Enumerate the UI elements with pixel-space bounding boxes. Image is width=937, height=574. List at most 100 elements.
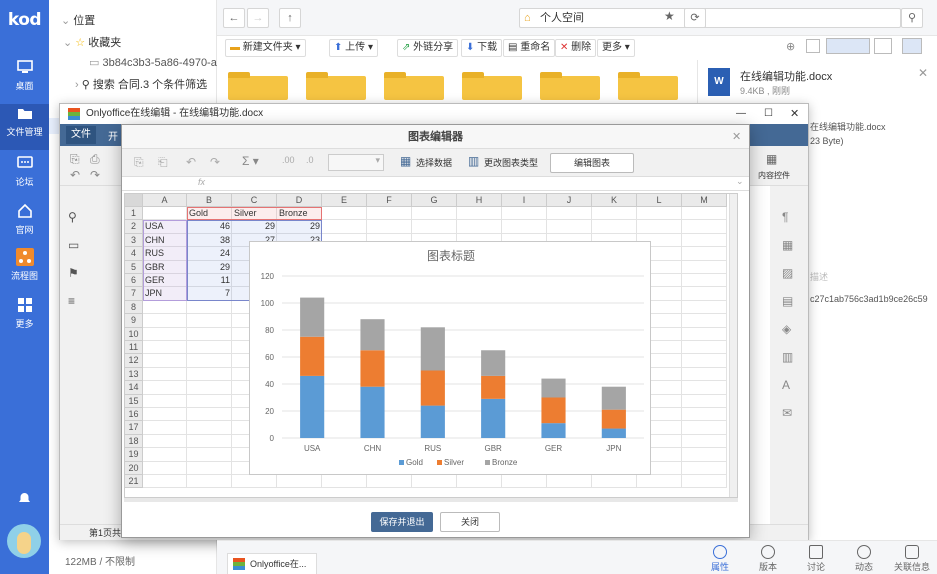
grid-cell[interactable] bbox=[682, 341, 727, 355]
grid-cell[interactable] bbox=[187, 341, 232, 355]
folder-thumb[interactable] bbox=[228, 72, 288, 100]
paragraph-icon[interactable]: ¶ bbox=[782, 210, 788, 224]
grid-cell[interactable] bbox=[682, 461, 727, 475]
redo-icon[interactable]: ↷ bbox=[90, 168, 100, 182]
grid-cell[interactable] bbox=[682, 300, 727, 315]
back-button[interactable]: ← bbox=[223, 8, 245, 28]
spreadsheet-grid[interactable]: A B C D E F G H I J K L M 1 2 3 4 5 6 7 8 9 10 11 12 13 14 15 16 17 18… bbox=[124, 193, 738, 498]
change-chart-type-button[interactable]: 更改图表类型 bbox=[484, 156, 538, 169]
rail-item-flow[interactable]: 流程图 bbox=[0, 248, 49, 294]
grid-cell[interactable] bbox=[322, 475, 367, 489]
column-header[interactable]: E bbox=[322, 194, 367, 207]
column-header[interactable]: F bbox=[367, 194, 412, 207]
cell-value[interactable]: GER bbox=[145, 274, 185, 287]
grid-cell[interactable] bbox=[143, 394, 187, 408]
cell-value[interactable]: CHN bbox=[145, 234, 185, 247]
grid-cell[interactable] bbox=[367, 220, 412, 234]
forward-button[interactable]: → bbox=[247, 8, 269, 28]
grid-cell[interactable] bbox=[547, 220, 592, 234]
layout-icon[interactable] bbox=[874, 38, 892, 54]
grid-cell[interactable] bbox=[682, 448, 727, 462]
close-icon[interactable]: ✕ bbox=[732, 125, 741, 149]
row-header[interactable]: 1 bbox=[125, 207, 143, 221]
row-header[interactable]: 3 bbox=[125, 233, 143, 248]
cell-value[interactable]: 7 bbox=[189, 287, 230, 300]
column-header[interactable]: D bbox=[277, 194, 322, 207]
grid-cell[interactable] bbox=[682, 287, 727, 301]
image-icon[interactable]: ▨ bbox=[782, 266, 793, 280]
grid-cell[interactable] bbox=[457, 475, 502, 489]
refresh-button[interactable]: ⟳ bbox=[684, 8, 706, 28]
grid-cell[interactable] bbox=[187, 408, 232, 422]
start-tab[interactable]: 开 bbox=[108, 128, 118, 143]
more-button[interactable]: 更多 ▾ bbox=[597, 39, 635, 57]
grid-cell[interactable] bbox=[547, 475, 592, 489]
row-header[interactable]: 11 bbox=[125, 341, 143, 355]
row-header[interactable]: 18 bbox=[125, 434, 143, 449]
paste-icon[interactable]: ⎗ bbox=[158, 155, 168, 170]
grid-cell[interactable] bbox=[682, 247, 727, 261]
row-header[interactable]: 6 bbox=[125, 274, 143, 288]
row-header[interactable]: 17 bbox=[125, 421, 143, 435]
rail-item-files[interactable]: 文件管理 bbox=[0, 104, 49, 150]
grid-cell[interactable] bbox=[682, 381, 727, 395]
discuss-tab[interactable]: 讨论 bbox=[793, 543, 839, 574]
grid-cell[interactable] bbox=[322, 207, 367, 221]
minimize-icon[interactable]: — bbox=[736, 104, 746, 124]
column-header[interactable]: M bbox=[682, 194, 727, 207]
column-header[interactable]: I bbox=[502, 194, 547, 207]
grid-cell[interactable] bbox=[367, 475, 412, 489]
grid-cell[interactable] bbox=[143, 381, 187, 395]
chart-type-icon[interactable]: ▥ bbox=[468, 154, 479, 168]
folder-thumb[interactable] bbox=[462, 72, 522, 100]
grid-cell[interactable] bbox=[682, 327, 727, 341]
grid-cell[interactable] bbox=[457, 207, 502, 221]
row-header[interactable]: 2 bbox=[125, 220, 143, 234]
select-data-button[interactable]: 选择数据 bbox=[416, 156, 452, 169]
maximize-icon[interactable]: ☐ bbox=[764, 104, 773, 124]
row-header[interactable]: 7 bbox=[125, 287, 143, 301]
grid-cell[interactable] bbox=[412, 220, 457, 234]
column-header[interactable]: J bbox=[547, 194, 592, 207]
download-button[interactable]: ⬇ 下载 bbox=[461, 39, 503, 57]
grid-cell[interactable] bbox=[637, 475, 682, 489]
grid-cell[interactable] bbox=[143, 461, 187, 475]
grid-cell[interactable] bbox=[502, 475, 547, 489]
select-data-icon[interactable]: ▦ bbox=[400, 154, 411, 168]
grid-cell[interactable] bbox=[682, 220, 727, 234]
grid-cell[interactable] bbox=[682, 367, 727, 382]
delete-button[interactable]: ✕ 删除 bbox=[555, 39, 597, 57]
grid-cell[interactable] bbox=[143, 354, 187, 368]
grid-cell[interactable] bbox=[143, 475, 187, 489]
sum-icon[interactable]: Σ ▾ bbox=[242, 154, 259, 168]
column-header[interactable]: G bbox=[412, 194, 457, 207]
mailmerge-icon[interactable]: ✉ bbox=[782, 406, 792, 420]
redo-icon[interactable]: ↷ bbox=[210, 155, 220, 169]
content-control-icon[interactable]: ▦ bbox=[766, 152, 777, 166]
grid-cell[interactable] bbox=[143, 448, 187, 462]
folder-thumb[interactable] bbox=[540, 72, 600, 100]
row-header[interactable]: 14 bbox=[125, 381, 143, 395]
tree-favorites[interactable]: ⌄ ☆ 收藏夹 bbox=[63, 32, 121, 54]
cell-value[interactable]: 11 bbox=[189, 274, 230, 287]
grid-cell[interactable] bbox=[682, 207, 727, 221]
rail-item-desktop[interactable]: 桌面 bbox=[0, 58, 49, 104]
grid-cell[interactable] bbox=[592, 220, 637, 234]
panel-toggle-icon[interactable] bbox=[902, 38, 922, 54]
grid-cell[interactable] bbox=[592, 207, 637, 221]
grid-cell[interactable] bbox=[187, 300, 232, 315]
grid-cell[interactable] bbox=[682, 274, 727, 288]
close-button[interactable]: 关闭 bbox=[440, 512, 500, 532]
star-icon[interactable]: ★ bbox=[664, 9, 675, 23]
upload-button[interactable]: ⬆ 上传 ▾ bbox=[329, 39, 378, 57]
review-icon[interactable]: ⚑ bbox=[68, 266, 79, 280]
row-header[interactable]: 19 bbox=[125, 448, 143, 462]
view-icon[interactable] bbox=[806, 39, 820, 53]
horizontal-scrollbar[interactable] bbox=[124, 498, 738, 502]
grid-cell[interactable] bbox=[143, 367, 187, 382]
grid-cell[interactable] bbox=[232, 475, 277, 489]
cell-value[interactable]: 38 bbox=[189, 234, 230, 247]
cell-header-value[interactable] bbox=[145, 207, 185, 220]
tree-fav-item[interactable]: ▭ 3b84c3b3-5a86-4970-a9... bbox=[89, 52, 217, 74]
grid-cell[interactable] bbox=[682, 408, 727, 422]
